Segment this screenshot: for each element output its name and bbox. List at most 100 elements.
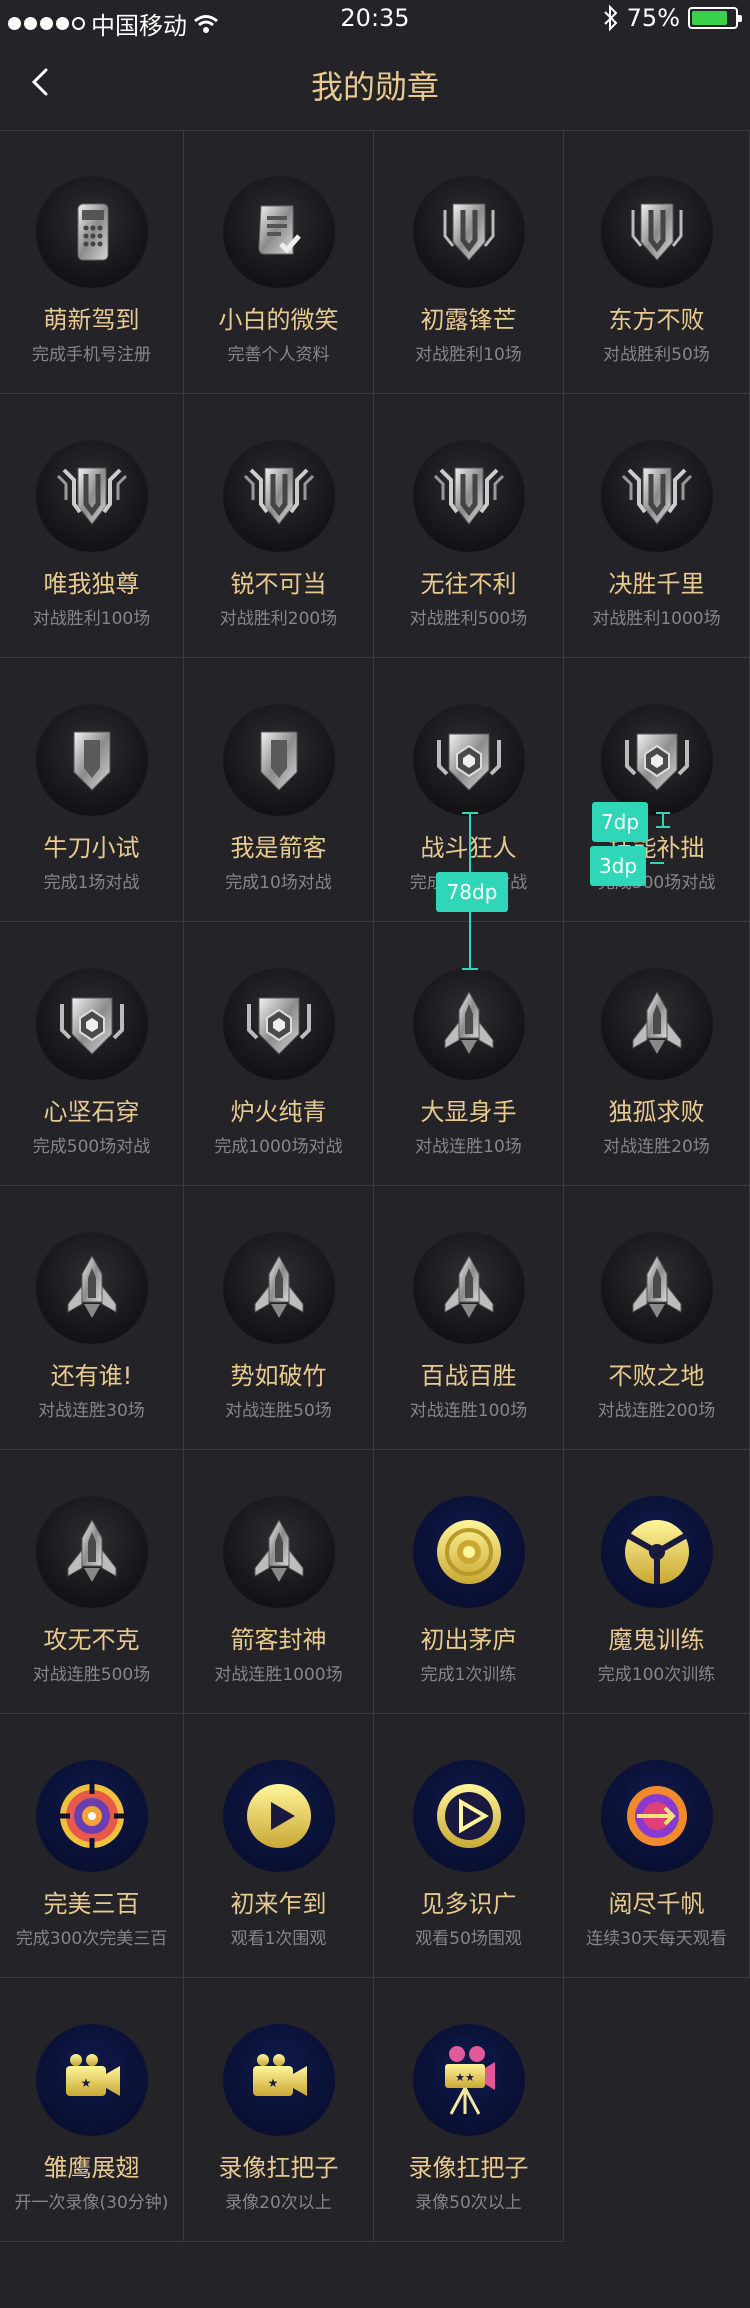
badge-item[interactable]: 独孤求败 对战连胜20场 (564, 922, 750, 1186)
badge-description: 完成手机号注册 (32, 345, 151, 365)
shield-icon (412, 176, 525, 288)
badge-name: 阅尽千帆 (608, 1890, 705, 1918)
badge-name: 完美三百 (43, 1890, 140, 1918)
rocket-icon (222, 1232, 335, 1344)
badge-item[interactable]: 初来乍到 观看1次围观 (184, 1714, 374, 1978)
badge-name: 决胜千里 (608, 570, 705, 598)
annotation-tick-bottom (462, 968, 478, 970)
badge-name: 录像扛把子 (408, 2154, 529, 2182)
badge-item[interactable]: 牛刀小试 完成1场对战 (0, 658, 184, 922)
badge-item[interactable]: 还有谁! 对战连胜30场 (0, 1186, 184, 1450)
shield-icon (600, 176, 713, 288)
badge-item[interactable]: 见多识广观看50场围观 (374, 1714, 564, 1978)
battery-icon (688, 7, 742, 29)
rocket-icon (222, 1496, 335, 1608)
badge-item[interactable]: 心坚石穿 完成500场对战 (0, 922, 184, 1186)
svg-text:★: ★ (80, 2076, 91, 2090)
shield-hex-icon (600, 704, 713, 816)
movie-camera-icon: ★★ (412, 2024, 525, 2136)
badge-description: 完成300次完美三百 (15, 1929, 168, 1949)
annotation-3dp: 3dp (590, 846, 646, 886)
badge-description: 完成1000场对战 (214, 1137, 343, 1157)
badge-description: 录像20次以上 (225, 2193, 332, 2213)
rocket-icon (600, 968, 713, 1080)
svg-text:★★: ★★ (455, 2071, 475, 2084)
status-right: 75% (603, 4, 742, 32)
badge-name: 小白的微笑 (218, 306, 339, 334)
badge-name: 无往不利 (420, 570, 517, 598)
badge-name: 初出茅庐 (420, 1626, 517, 1654)
annotation-tick-top (462, 812, 478, 814)
badge-name: 攻无不克 (43, 1626, 140, 1654)
badge-description: 观看1次围观 (230, 1929, 327, 1949)
rocket-icon (412, 1232, 525, 1344)
page-title: 我的勋章 (310, 68, 439, 106)
badge-item[interactable]: 百战百胜 对战连胜100场 (374, 1186, 564, 1450)
badge-description: 完成500场对战 (32, 1137, 151, 1157)
rocket-icon (35, 1232, 148, 1344)
video-camera-icon: ★ (35, 2024, 148, 2136)
badge-item[interactable]: 锐不可当 对战胜利200场 (184, 394, 374, 658)
badge-description: 观看50场围观 (415, 1929, 522, 1949)
badge-item[interactable]: 唯我独尊对战胜利100场 (0, 394, 184, 658)
badge-item[interactable]: 小白的微笑 完善个人资料 (184, 130, 374, 394)
badge-item[interactable]: ★★ 录像扛把子 录像50次以上 (374, 1978, 564, 2242)
badge-item[interactable]: 魔鬼训练 完成100次训练 (564, 1450, 750, 1714)
badge-item[interactable]: 决胜千里对战胜利1000场 (564, 394, 750, 658)
document-check-icon (222, 176, 335, 288)
badge-description: 对战胜利1000场 (592, 609, 721, 629)
badge-name: 势如破竹 (230, 1362, 327, 1390)
badge-item[interactable]: 势如破竹对战连胜50场 (184, 1186, 374, 1450)
shield-hex-icon (412, 704, 525, 816)
badge-name: 录像扛把子 (218, 2154, 339, 2182)
shield-wings-icon (35, 440, 148, 552)
badge-description: 对战胜利100场 (32, 609, 151, 629)
status-bar: 中国移动 20:35 75% (0, 0, 750, 40)
badge-name: 大显身手 (420, 1098, 517, 1126)
shield-wings-icon (412, 440, 525, 552)
badge-name: 箭客封神 (230, 1626, 327, 1654)
wheel-icon (600, 1496, 713, 1608)
badge-description: 完成1次训练 (420, 1665, 517, 1685)
badge-item[interactable]: 无往不利对战胜利500场 (374, 394, 564, 658)
badge-item[interactable]: 完美三百完成300次完美三百 (0, 1714, 184, 1978)
badge-item[interactable]: ★ 录像扛把子录像20次以上 (184, 1978, 374, 2242)
svg-text:★: ★ (267, 2076, 278, 2090)
badge-item[interactable]: 萌新驾到 完成手机号注册 (0, 130, 184, 394)
badge-grid: 萌新驾到 完成手机号注册 小白的微笑 完善个人资料 初露锋芒 对战胜利10场 东方不败… (0, 130, 750, 2242)
badge-description: 对战连胜200场 (597, 1401, 716, 1421)
phone-icon (35, 176, 148, 288)
shield-plain-icon (35, 704, 148, 816)
badge-description: 对战连胜20场 (603, 1137, 710, 1157)
badge-item[interactable]: 攻无不克对战连胜500场 (0, 1450, 184, 1714)
arrow-circle-icon (600, 1760, 713, 1872)
annotation-7dp: 7dp (592, 802, 648, 842)
badge-item[interactable]: 初露锋芒 对战胜利10场 (374, 130, 564, 394)
badge-description: 对战胜利500场 (409, 609, 528, 629)
badge-description: 连续30天每天观看 (586, 1929, 727, 1949)
badge-item[interactable]: 我是箭客 完成10场对战 (184, 658, 374, 922)
badge-item[interactable]: 阅尽千帆连续30天每天观看 (564, 1714, 750, 1978)
shield-wings-icon (600, 440, 713, 552)
badge-item[interactable]: 箭客封神 对战连胜1000场 (184, 1450, 374, 1714)
badge-description: 完成100次训练 (597, 1665, 716, 1685)
badge-name: 雏鹰展翅 (43, 2154, 140, 2182)
badge-description: 对战连胜50场 (225, 1401, 332, 1421)
badge-description: 对战连胜500场 (32, 1665, 151, 1685)
badge-name: 我是箭客 (230, 834, 327, 862)
annotation-tick-small-top (656, 812, 670, 814)
badge-name: 唯我独尊 (43, 570, 140, 598)
shield-hex-icon (222, 968, 335, 1080)
badge-item[interactable]: 炉火纯青完成1000场对战 (184, 922, 374, 1186)
badge-description: 开一次录像(30分钟) (14, 2193, 169, 2213)
badge-description: 完成1场对战 (43, 873, 140, 893)
rocket-icon (35, 1496, 148, 1608)
badge-item[interactable]: ★ 雏鹰展翅开一次录像(30分钟) (0, 1978, 184, 2242)
badge-item[interactable]: 东方不败 对战胜利50场 (564, 130, 750, 394)
badge-name: 炉火纯青 (230, 1098, 327, 1126)
badge-item[interactable]: 初出茅庐完成1次训练 (374, 1450, 564, 1714)
badge-name: 见多识广 (420, 1890, 517, 1918)
badge-name: 东方不败 (608, 306, 705, 334)
shield-plain-icon (222, 704, 335, 816)
badge-item[interactable]: 不败之地 对战连胜200场 (564, 1186, 750, 1450)
